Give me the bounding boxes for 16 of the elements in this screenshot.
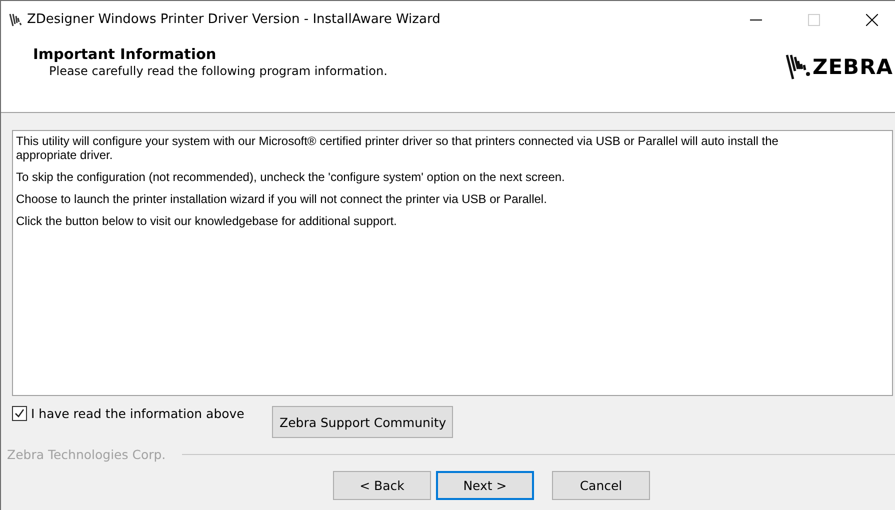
wizard-button[interactable]: Cancel [552,471,650,500]
checkmark-icon [14,408,25,419]
close-icon[interactable] [866,14,878,26]
brand-text: Zebra Technologies Corp. [7,447,166,462]
page-subtitle: Please carefully read the following program information. [49,64,388,78]
logo-text: ZEBRA [812,55,893,79]
support-button[interactable]: Zebra Support Community [272,406,454,438]
page-title: Important Information [33,47,218,63]
window-title: ZDesigner Windows Printer Driver Version - InstallAware Wizard [27,12,442,27]
wizard-button[interactable]: Next > [436,471,534,500]
wizard-button[interactable]: < Back [333,471,431,500]
info-paragraph: Choose to launch the printer installation wizard if you will not connect the printer via USB or Parallel. [16,192,548,206]
info-paragraph: To skip the configuration (not recommended), uncheck the 'configure system' option on the next screen. [16,170,566,184]
info-paragraph: This utility will configure your system with our Microsoft® certified printer driver so that printers connected via USB or Parallel will auto install the appropriate driver. [16,134,780,162]
read-checkbox[interactable]: I have read the information above [12,406,244,421]
info-paragraph: Click the button below to visit our knowledgebase for additional support. [16,214,398,228]
